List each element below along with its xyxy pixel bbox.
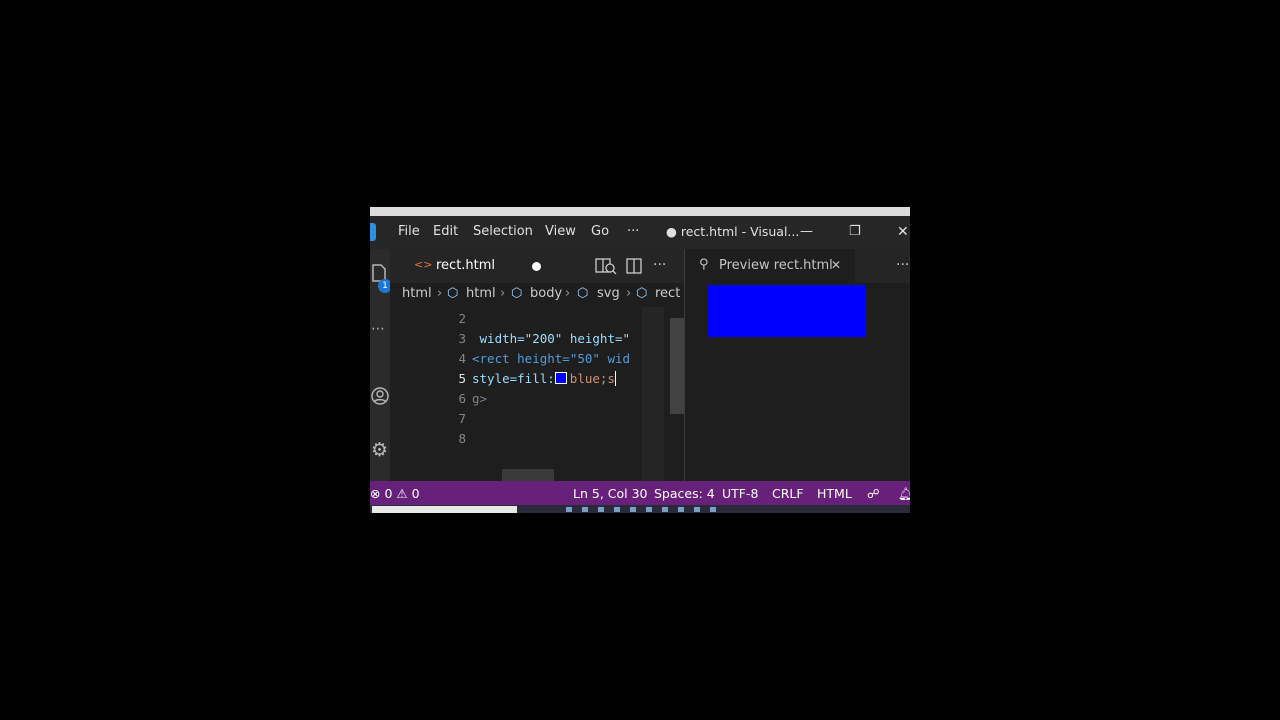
tab-rect-html[interactable]: <> rect.html bbox=[414, 249, 554, 283]
line-ending[interactable]: CRLF bbox=[772, 486, 804, 501]
taskbar-app-icon[interactable] bbox=[630, 507, 636, 512]
editor-tab-bar: <> rect.html ··· bbox=[390, 249, 684, 283]
taskbar-app-icon[interactable] bbox=[598, 507, 604, 512]
warning-icon: ⚠ bbox=[396, 486, 408, 501]
line-number: 6 bbox=[458, 391, 466, 406]
element-icon: ⬡ bbox=[447, 286, 459, 301]
element-icon: ⬡ bbox=[636, 286, 648, 301]
line-number: 4 bbox=[458, 351, 466, 366]
code-line: g> bbox=[472, 391, 488, 406]
line-number: 8 bbox=[458, 431, 466, 446]
chevron-right-icon: › bbox=[500, 286, 506, 301]
warning-count: 0 bbox=[411, 486, 420, 501]
title-bar: File Edit Selection View Go ··· ● rect.h… bbox=[370, 216, 910, 249]
preview-pane bbox=[684, 283, 910, 481]
error-icon: ⊗ bbox=[370, 486, 381, 501]
encoding[interactable]: UTF-8 bbox=[722, 486, 758, 501]
activity-bar: 1 ⋯ ⚙ bbox=[370, 249, 392, 481]
problems-indicator[interactable]: ⊗ 0 ⚠ 0 bbox=[370, 486, 420, 501]
element-icon: ⬡ bbox=[511, 286, 523, 301]
chevron-right-icon: › bbox=[626, 286, 632, 301]
line-number: 7 bbox=[458, 411, 466, 426]
vscode-window: File Edit Selection View Go ··· ● rect.h… bbox=[370, 207, 910, 513]
chevron-right-icon: › bbox=[437, 286, 443, 301]
text-cursor bbox=[614, 371, 616, 386]
preview-more-icon[interactable]: ··· bbox=[896, 257, 909, 273]
minimize-button[interactable]: — bbox=[800, 224, 813, 239]
code-line-text: style=fill: bbox=[472, 371, 555, 386]
cursor-position[interactable]: Ln 5, Col 30 bbox=[573, 486, 648, 501]
breadcrumb-html[interactable]: html bbox=[466, 286, 496, 301]
status-bar: ⊗ 0 ⚠ 0 Ln 5, Col 30 Spaces: 4 UTF-8 CRL… bbox=[370, 481, 910, 505]
minimap[interactable] bbox=[642, 307, 664, 481]
taskbar-app-icon[interactable] bbox=[662, 507, 668, 512]
line-number: 3 bbox=[458, 331, 466, 346]
taskbar-app-icon[interactable] bbox=[614, 507, 620, 512]
taskbar-search-box[interactable] bbox=[372, 506, 517, 513]
browser-strip bbox=[370, 207, 910, 216]
taskbar-app-icon[interactable] bbox=[646, 507, 652, 512]
open-preview-icon[interactable] bbox=[595, 257, 617, 279]
editor-more-icon[interactable]: ··· bbox=[653, 257, 666, 273]
preview-close-icon[interactable]: ✕ bbox=[831, 258, 841, 272]
indentation[interactable]: Spaces: 4 bbox=[654, 486, 715, 501]
preview-tab-label: Preview rect.html bbox=[719, 258, 833, 273]
close-button[interactable]: ✕ bbox=[897, 224, 909, 240]
bell-icon[interactable]: 🔔︎ bbox=[898, 486, 910, 502]
tab-label: rect.html bbox=[436, 258, 496, 273]
restore-button[interactable]: ❐ bbox=[849, 224, 861, 239]
vscode-logo-icon bbox=[370, 223, 376, 241]
taskbar-app-icon[interactable] bbox=[710, 507, 716, 512]
taskbar-app-icon[interactable] bbox=[694, 507, 700, 512]
code-line: width="200" height=" bbox=[472, 331, 631, 346]
language-mode[interactable]: HTML bbox=[817, 486, 852, 501]
html-file-icon: <> bbox=[414, 258, 433, 271]
menu-more[interactable]: ··· bbox=[627, 224, 639, 239]
color-swatch[interactable] bbox=[554, 372, 567, 384]
breadcrumb-body[interactable]: body bbox=[530, 286, 562, 301]
os-taskbar bbox=[370, 505, 910, 513]
vertical-scrollbar[interactable] bbox=[670, 318, 684, 414]
preview-tab-bar: ⚲ Preview rect.html ✕ ··· bbox=[684, 249, 910, 283]
code-line-current: style=fill: blue;s bbox=[472, 371, 616, 386]
breadcrumb-html-file[interactable]: html bbox=[402, 286, 432, 301]
preview-blue-rect bbox=[707, 285, 865, 337]
taskbar-app-icon[interactable] bbox=[678, 507, 684, 512]
menu-file[interactable]: File bbox=[398, 224, 420, 239]
breadcrumb: html › ⬡ html › ⬡ body › ⬡ svg › ⬡ rect bbox=[390, 283, 684, 307]
menu-go[interactable]: Go bbox=[591, 224, 609, 239]
menu-view[interactable]: View bbox=[545, 224, 576, 239]
account-icon[interactable] bbox=[371, 387, 389, 409]
code-line: <rect height="50" wid bbox=[472, 351, 631, 366]
preview-icon: ⚲ bbox=[699, 257, 709, 272]
feedback-icon[interactable]: ☍ bbox=[867, 486, 880, 501]
code-line-value: blue;s bbox=[569, 371, 615, 386]
ellipsis-icon[interactable]: ⋯ bbox=[371, 321, 385, 337]
error-count: 0 bbox=[384, 486, 393, 501]
gear-icon[interactable]: ⚙ bbox=[371, 439, 388, 461]
tab-preview[interactable]: ⚲ Preview rect.html bbox=[685, 249, 855, 283]
menu-edit[interactable]: Edit bbox=[433, 224, 458, 239]
window-title: ● rect.html - Visual... bbox=[666, 224, 800, 239]
taskbar-app-icon[interactable] bbox=[582, 507, 588, 512]
breadcrumb-rect[interactable]: rect bbox=[655, 286, 680, 301]
element-icon: ⬡ bbox=[577, 286, 589, 301]
unsaved-dot-icon[interactable] bbox=[532, 262, 541, 271]
breadcrumb-svg[interactable]: svg bbox=[597, 286, 620, 301]
chevron-right-icon: › bbox=[565, 286, 571, 301]
menu-selection[interactable]: Selection bbox=[473, 224, 533, 239]
code-editor[interactable]: 2 3 4 5 6 7 8 width="200" height=" <rect… bbox=[390, 307, 664, 481]
line-number: 2 bbox=[458, 311, 466, 326]
taskbar-app-icon[interactable] bbox=[566, 507, 572, 512]
split-editor-icon[interactable] bbox=[626, 258, 642, 278]
horizontal-scrollbar[interactable] bbox=[502, 469, 554, 481]
line-number: 5 bbox=[458, 371, 466, 386]
